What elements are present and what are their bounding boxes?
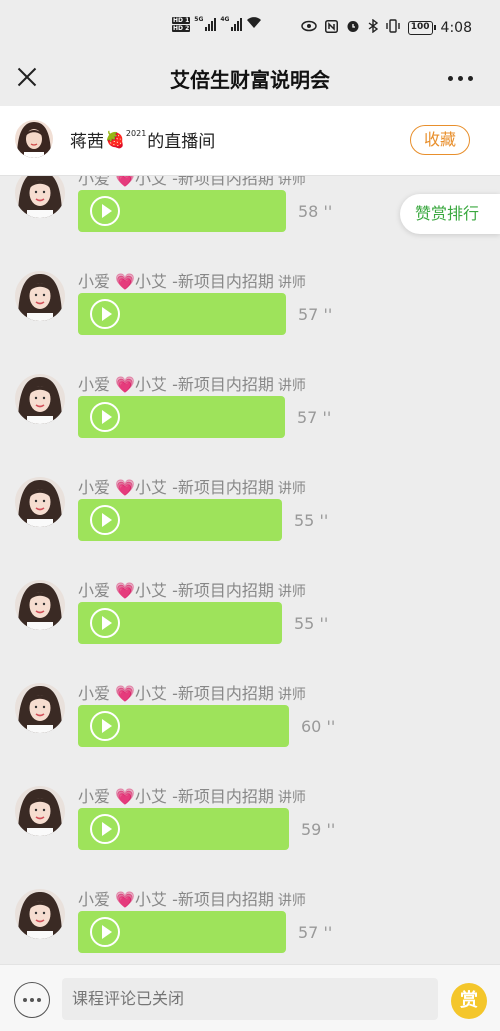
page-title: 艾倍生财富说明会 <box>170 68 330 92</box>
sender-name: 小爱 💗小艾 -新项目内招期 讲师 <box>78 684 306 703</box>
wifi-icon <box>246 16 262 32</box>
role-label: 讲师 <box>277 481 306 497</box>
message-list[interactable]: 小爱 💗小艾 -新项目内招期 讲师 58 '' 小爱 💗小艾 -新项目内招期 讲师 57 … <box>0 176 500 964</box>
sender-avatar[interactable] <box>15 271 65 321</box>
favorite-button[interactable]: 收藏 <box>410 125 470 155</box>
heart-icon: 💗 <box>115 581 136 600</box>
sender-name: 小爱 💗小艾 -新项目内招期 讲师 <box>78 581 306 600</box>
message-item: 小爱 💗小艾 -新项目内招期 讲师 55 '' <box>0 580 500 683</box>
room-name: 蒋茜 🍓 2021 的直播间 <box>70 129 216 152</box>
sender-name: 小爱 💗小艾 -新项目内招期 讲师 <box>78 176 306 191</box>
sender-avatar[interactable] <box>15 176 65 218</box>
nfc-icon <box>324 19 338 36</box>
role-label: 讲师 <box>277 687 306 703</box>
role-label: 讲师 <box>277 584 306 600</box>
bluetooth-icon <box>368 18 378 36</box>
bottom-bar: 赏 <box>0 964 500 1031</box>
voice-message-bubble[interactable] <box>78 396 285 438</box>
voice-duration: 57 '' <box>298 305 333 324</box>
vibrate-icon <box>386 19 400 36</box>
more-icon[interactable] <box>448 68 478 88</box>
sender-name: 小爱 💗小艾 -新项目内招期 讲师 <box>78 272 306 291</box>
sender-name: 小爱 💗小艾 -新项目内招期 讲师 <box>78 787 306 806</box>
status-bar: HD 1 HD 2 5G 4G 100 4:08 <box>0 0 500 50</box>
clock: 4:08 <box>440 19 472 36</box>
voice-duration: 60 '' <box>301 717 336 736</box>
strawberry-icon: 🍓 <box>105 130 125 149</box>
voice-duration: 59 '' <box>301 820 336 839</box>
hd-icon: HD 1 HD 2 <box>172 16 191 32</box>
sender-name: 小爱 💗小艾 -新项目内招期 讲师 <box>78 890 306 909</box>
sender-avatar[interactable] <box>15 683 65 733</box>
message-item: 小爱 💗小艾 -新项目内招期 讲师 60 '' <box>0 683 500 786</box>
voice-duration: 57 '' <box>298 923 333 942</box>
heart-icon: 💗 <box>115 176 136 188</box>
comment-input[interactable] <box>62 978 438 1020</box>
role-label: 讲师 <box>277 176 306 188</box>
host-avatar[interactable] <box>15 120 53 158</box>
system-indicators: 100 4:08 <box>301 18 472 36</box>
play-icon[interactable] <box>90 402 120 432</box>
voice-message-bubble[interactable] <box>78 911 286 953</box>
sender-avatar[interactable] <box>15 580 65 630</box>
network-indicators: HD 1 HD 2 5G 4G <box>172 16 262 32</box>
message-item: 小爱 💗小艾 -新项目内招期 讲师 57 '' <box>0 271 500 374</box>
play-icon[interactable] <box>90 711 120 741</box>
message-item: 小爱 💗小艾 -新项目内招期 讲师 55 '' <box>0 477 500 580</box>
sender-avatar[interactable] <box>15 477 65 527</box>
voice-message-bubble[interactable] <box>78 808 289 850</box>
play-icon[interactable] <box>90 196 120 226</box>
reward-ranking-button[interactable]: 赞赏排行 <box>400 194 500 234</box>
alarm-icon <box>346 19 360 36</box>
heart-icon: 💗 <box>115 684 136 703</box>
sender-avatar[interactable] <box>15 786 65 836</box>
signal-icon <box>205 17 217 31</box>
heart-icon: 💗 <box>115 890 136 909</box>
sender-avatar[interactable] <box>15 374 65 424</box>
role-label: 讲师 <box>277 378 306 394</box>
heart-icon: 💗 <box>115 787 136 806</box>
network-type-label-2: 4G <box>220 16 230 23</box>
signal-icon-2 <box>231 17 243 31</box>
voice-message-bubble[interactable] <box>78 190 286 232</box>
play-icon[interactable] <box>90 299 120 329</box>
battery-icon: 100 <box>407 20 436 35</box>
role-label: 讲师 <box>277 275 306 291</box>
voice-message-bubble[interactable] <box>78 705 289 747</box>
nav-bar: 艾倍生财富说明会 <box>0 50 500 106</box>
message-item: 小爱 💗小艾 -新项目内招期 讲师 59 '' <box>0 786 500 889</box>
eye-icon <box>301 20 317 35</box>
voice-message-bubble[interactable] <box>78 602 282 644</box>
role-label: 讲师 <box>277 893 306 909</box>
play-icon[interactable] <box>90 917 120 947</box>
heart-icon: 💗 <box>115 272 136 291</box>
live-room-header: 蒋茜 🍓 2021 的直播间 收藏 <box>0 106 500 176</box>
reward-button[interactable]: 赏 <box>451 983 487 1019</box>
voice-message-bubble[interactable] <box>78 293 286 335</box>
sender-name: 小爱 💗小艾 -新项目内招期 讲师 <box>78 375 306 394</box>
message-item: 小爱 💗小艾 -新项目内招期 讲师 57 '' <box>0 889 500 964</box>
voice-duration: 55 '' <box>294 511 329 530</box>
voice-duration: 58 '' <box>298 202 333 221</box>
role-label: 讲师 <box>277 790 306 806</box>
network-type-label: 5G <box>194 16 204 23</box>
voice-duration: 57 '' <box>297 408 332 427</box>
room-name-superscript: 2021 <box>125 129 147 138</box>
message-item: 小爱 💗小艾 -新项目内招期 讲师 57 '' <box>0 374 500 477</box>
heart-icon: 💗 <box>115 375 136 394</box>
play-icon[interactable] <box>90 608 120 638</box>
sender-avatar[interactable] <box>15 889 65 939</box>
play-icon[interactable] <box>90 505 120 535</box>
play-icon[interactable] <box>90 814 120 844</box>
sender-name: 小爱 💗小艾 -新项目内招期 讲师 <box>78 478 306 497</box>
voice-duration: 55 '' <box>294 614 329 633</box>
more-options-icon[interactable] <box>14 982 50 1018</box>
voice-message-bubble[interactable] <box>78 499 282 541</box>
heart-icon: 💗 <box>115 478 136 497</box>
